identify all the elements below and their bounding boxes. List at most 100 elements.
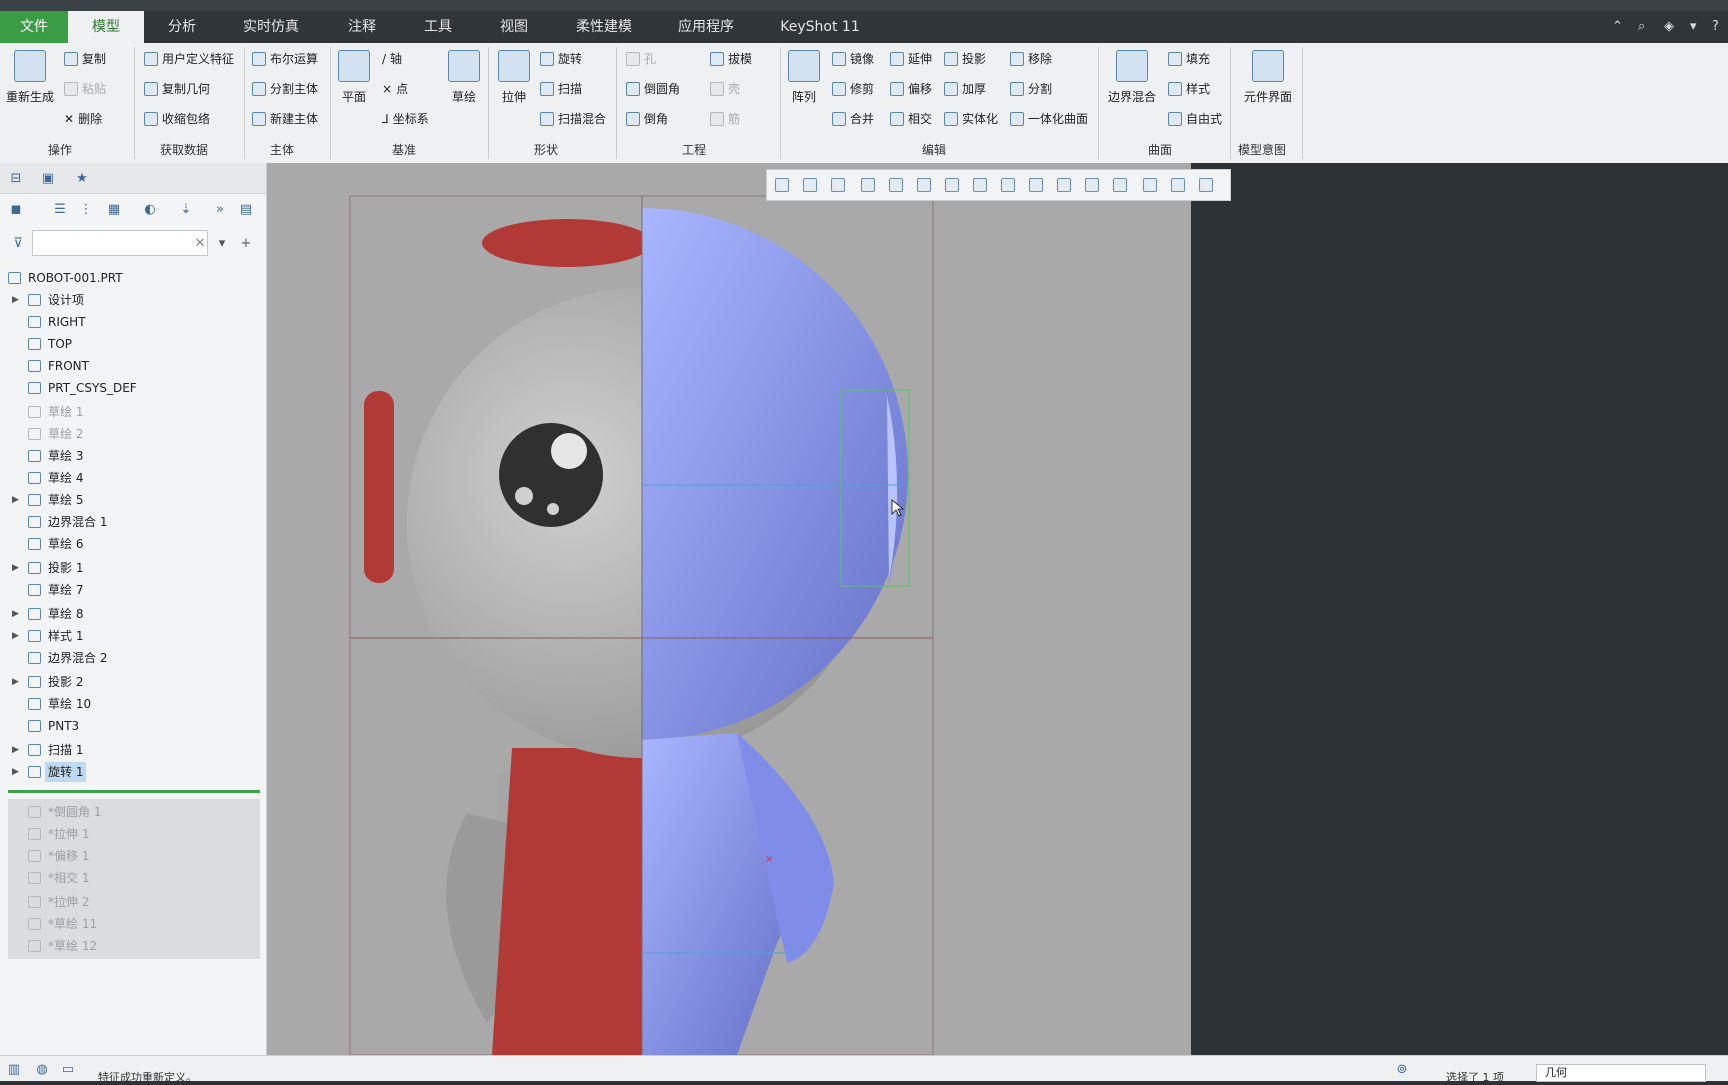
sketch-button[interactable]: 草绘 bbox=[448, 50, 480, 105]
appearance-icon[interactable] bbox=[1143, 178, 1157, 192]
chamfer-button[interactable]: 倒角 bbox=[626, 110, 668, 127]
fullscreen-icon[interactable]: ▭ bbox=[58, 1058, 78, 1080]
project-button[interactable]: 投影 bbox=[944, 50, 986, 67]
tab-annotate[interactable]: 注释 bbox=[330, 11, 394, 43]
revolve-button[interactable]: 旋转 bbox=[540, 50, 582, 67]
help-icon[interactable]: ? bbox=[1712, 11, 1719, 43]
selection-filter-dropdown[interactable]: 几何 bbox=[1536, 1064, 1706, 1082]
datum-display-icon[interactable] bbox=[1029, 178, 1043, 192]
tab-keyshot[interactable]: KeyShot 11 bbox=[774, 11, 866, 43]
tree-list-icon[interactable]: ☰ bbox=[50, 198, 70, 220]
hole-button[interactable]: 孔 bbox=[626, 50, 656, 67]
binoculars-icon[interactable]: ⊚ bbox=[1392, 1058, 1412, 1080]
round-button[interactable]: 倒圆角 bbox=[626, 80, 680, 97]
tab-model[interactable]: 模型 bbox=[68, 11, 144, 43]
layers-icon[interactable]: ◈ bbox=[1664, 11, 1674, 43]
annotation-display-icon[interactable] bbox=[1057, 178, 1071, 192]
plane-button[interactable]: 平面 bbox=[336, 50, 372, 105]
search-dropdown-icon[interactable]: ▾ bbox=[212, 232, 232, 254]
sort-icon[interactable]: ⇣ bbox=[176, 198, 196, 220]
sweep-button[interactable]: 扫描 bbox=[540, 80, 582, 97]
show-icon[interactable]: ▤ bbox=[236, 198, 256, 220]
remove-button[interactable]: 移除 bbox=[1010, 50, 1052, 67]
filter-icon[interactable]: ⊽ bbox=[8, 232, 28, 254]
refit-icon[interactable] bbox=[775, 178, 789, 192]
chevron-down-icon[interactable]: ▾ bbox=[1690, 11, 1697, 43]
toggle-navigator-icon[interactable]: ▥ bbox=[4, 1058, 24, 1080]
component-interface-button[interactable]: 元件界面 bbox=[1240, 50, 1296, 105]
pause-icon[interactable] bbox=[1171, 178, 1185, 192]
more-icon[interactable]: » bbox=[210, 198, 230, 220]
boundary-blend-button[interactable]: 边界混合 bbox=[1104, 50, 1160, 105]
search-input[interactable] bbox=[32, 230, 208, 256]
add-icon[interactable]: + bbox=[236, 232, 256, 254]
selection-filter-icon[interactable] bbox=[1113, 178, 1127, 192]
tree-columns-icon[interactable]: ▦ bbox=[104, 198, 124, 220]
split-body-button[interactable]: 分割主体 bbox=[252, 80, 318, 97]
clear-search-icon[interactable]: ✕ bbox=[190, 232, 210, 254]
perspective-icon[interactable] bbox=[973, 178, 987, 192]
saved-orientations-icon[interactable] bbox=[917, 178, 931, 192]
sketcher-display-icon[interactable] bbox=[1199, 178, 1213, 192]
freestyle-button[interactable]: 自由式 bbox=[1168, 110, 1222, 127]
tab-analysis[interactable]: 分析 bbox=[150, 11, 214, 43]
favorites-tab-icon[interactable]: ★ bbox=[72, 167, 92, 189]
tab-view[interactable]: 视图 bbox=[482, 11, 546, 43]
delete-button[interactable]: ✕ 删除 bbox=[64, 110, 102, 127]
group-datum[interactable]: 基准 bbox=[392, 141, 416, 158]
repaint-icon[interactable] bbox=[861, 178, 875, 192]
spin-center-icon[interactable] bbox=[1085, 178, 1099, 192]
extend-button[interactable]: 延伸 bbox=[890, 50, 932, 67]
tab-file[interactable]: 文件 bbox=[0, 11, 68, 43]
axis-button[interactable]: / 轴 bbox=[382, 50, 402, 67]
zoom-out-icon[interactable] bbox=[831, 178, 845, 192]
csys-button[interactable]: ⅃ 坐标系 bbox=[382, 110, 429, 127]
unify-surface-button[interactable]: 一体化曲面 bbox=[1010, 110, 1088, 127]
zoom-in-icon[interactable] bbox=[803, 178, 817, 192]
pattern-button[interactable]: 阵列 bbox=[788, 50, 820, 105]
tab-flexible-modeling[interactable]: 柔性建模 bbox=[562, 11, 646, 43]
merge-button[interactable]: 合并 bbox=[832, 110, 874, 127]
tab-applications[interactable]: 应用程序 bbox=[664, 11, 748, 43]
collapse-ribbon-icon[interactable]: ⌃ bbox=[1612, 11, 1623, 43]
tree-filter-settings-icon[interactable]: ◐ bbox=[140, 198, 160, 220]
intersect-button[interactable]: 相交 bbox=[890, 110, 932, 127]
model-view[interactable]: × bbox=[267, 163, 1191, 1056]
boolean-button[interactable]: 布尔运算 bbox=[252, 50, 318, 67]
extrude-button[interactable]: 拉伸 bbox=[496, 50, 532, 105]
insert-here-marker[interactable] bbox=[8, 790, 260, 793]
model-tree-tab-icon[interactable]: ⊟ bbox=[6, 167, 26, 189]
paste-button[interactable]: 粘贴 bbox=[64, 80, 106, 97]
copy-button[interactable]: 复制 bbox=[64, 50, 106, 67]
group-shapes[interactable]: 形状 bbox=[534, 141, 558, 158]
swept-blend-button[interactable]: 扫描混合 bbox=[540, 110, 606, 127]
shrinkwrap-button[interactable]: 收缩包络 bbox=[144, 110, 210, 127]
group-get-data[interactable]: 获取数据 bbox=[160, 141, 208, 158]
style-button[interactable]: 样式 bbox=[1168, 80, 1210, 97]
section-icon[interactable] bbox=[1001, 178, 1015, 192]
point-button[interactable]: × 点 bbox=[382, 80, 408, 97]
offset-button[interactable]: 偏移 bbox=[890, 80, 932, 97]
group-surfaces[interactable]: 曲面 bbox=[1148, 141, 1172, 158]
group-body[interactable]: 主体 bbox=[270, 141, 294, 158]
group-editing[interactable]: 编辑 bbox=[922, 141, 946, 158]
tab-tools[interactable]: 工具 bbox=[406, 11, 470, 43]
copy-geometry-button[interactable]: 复制几何 bbox=[144, 80, 210, 97]
shell-button[interactable]: 壳 bbox=[710, 80, 740, 97]
tree-expand-icon[interactable]: ⋮ bbox=[76, 198, 96, 220]
part-icon[interactable]: ◼ bbox=[6, 198, 26, 220]
solidify-button[interactable]: 实体化 bbox=[944, 110, 998, 127]
graphics-window[interactable]: × bbox=[267, 163, 1191, 1056]
mirror-button[interactable]: 镜像 bbox=[832, 50, 874, 67]
group-operations[interactable]: 操作 bbox=[48, 141, 72, 158]
view-manager-icon[interactable] bbox=[945, 178, 959, 192]
udf-button[interactable]: 用户定义特征 bbox=[144, 50, 234, 67]
thicken-button[interactable]: 加厚 bbox=[944, 80, 986, 97]
trim-button[interactable]: 修剪 bbox=[832, 80, 874, 97]
tab-live-simulation[interactable]: 实时仿真 bbox=[228, 11, 314, 43]
search-icon[interactable]: ⌕ bbox=[1638, 11, 1645, 43]
group-model-intent[interactable]: 模型意图 bbox=[1238, 141, 1286, 158]
browser-icon[interactable]: ◍ bbox=[32, 1058, 52, 1080]
rib-button[interactable]: 筋 bbox=[710, 110, 740, 127]
fill-button[interactable]: 填充 bbox=[1168, 50, 1210, 67]
